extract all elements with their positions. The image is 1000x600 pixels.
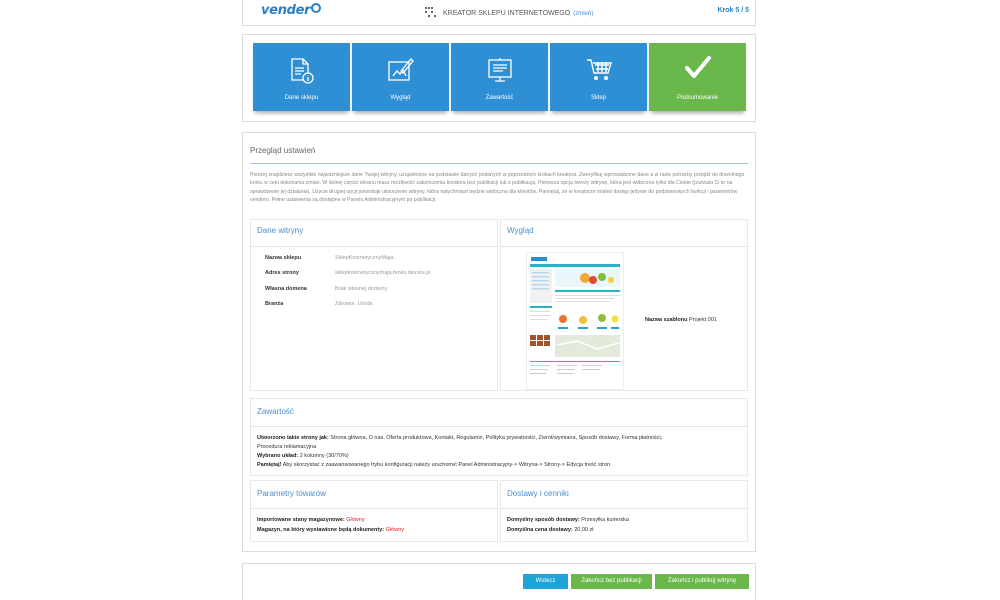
site-data-panel [250, 219, 498, 391]
industry-label: Branża [265, 301, 284, 307]
step-label: Sklep [590, 95, 606, 101]
cart-icon [586, 59, 612, 80]
shop-name-value: SklepKosmetycznyMaja [335, 255, 394, 261]
template-name-row: Nazwa szablonu Projekt 001 [645, 316, 717, 325]
remember-row: Pamiętaj! Aby skorzystać z zaawansowaneg… [257, 462, 612, 468]
imported-stock-row: Importowane stany magazynowe: Główny [257, 517, 365, 523]
step-indicator: Krok 5 / 5 [717, 7, 749, 14]
own-domain-label: Własna domena [265, 286, 307, 292]
intro-text: Poniżej znajdziesz wszystkie najważniejs… [250, 172, 745, 204]
content-board-icon [487, 58, 512, 82]
step-label: Dane sklepu [284, 95, 319, 101]
wizard-grid-icon [425, 7, 436, 17]
back-button[interactable]: Wstecz [523, 574, 568, 589]
checkmark-icon [684, 56, 711, 78]
step-podsumowanie[interactable]: Podsumowanie [649, 43, 746, 111]
section-title: Przegląd ustawień [250, 146, 316, 155]
site-address-value: sklepkosmetycznymaja.fenks.dev.ins.pl [335, 270, 431, 276]
step-wyglad[interactable]: Wygląd [352, 43, 449, 111]
step-label: Podsumowanie [676, 95, 719, 101]
template-preview-image [526, 252, 624, 390]
wizard-steps: Dane sklepu Wygląd Zawartość Sklep Podsu… [242, 34, 756, 122]
documents-warehouse-row: Magazyn, na który wystawione będą dokume… [257, 527, 405, 533]
change-link[interactable]: (zmień) [573, 11, 593, 17]
document-info-icon [290, 58, 314, 84]
divider [250, 246, 498, 247]
appearance-title: Wygląd [507, 226, 534, 235]
default-delivery-row: Domyślny sposób dostawy: Przesyłka kurie… [507, 517, 629, 523]
shop-name-label: Nazwa sklepu [265, 255, 302, 261]
top-header: vender KREATOR SKLEPU INTERNETOWEGO (zmie… [242, 0, 756, 26]
wizard-title: KREATOR SKLEPU INTERNETOWEGO (zmień) [425, 7, 593, 17]
default-delivery-price-row: Domyślna cena dostawy: 20,00 zł [507, 527, 594, 533]
step-zawartosc[interactable]: Zawartość [451, 43, 548, 111]
step-label: Zawartość [485, 95, 514, 101]
vendero-logo[interactable]: vender [261, 3, 322, 18]
step-dane-sklepu[interactable]: Dane sklepu [253, 43, 350, 111]
site-data-title: Dane witryny [257, 226, 304, 235]
step-label: Wygląd [390, 95, 411, 101]
delivery-title: Dostawy i cenniki [507, 489, 569, 498]
wizard-title-text: KREATOR SKLEPU INTERNETOWEGO [443, 10, 571, 17]
template-name-label: Nazwa szablonu [645, 317, 688, 323]
divider [250, 163, 748, 164]
divider [500, 246, 748, 247]
created-pages-row-cont: Procedura reklamacyjna [257, 444, 317, 450]
industry-value: Zdrowie, Uroda [335, 301, 373, 307]
step-sklep[interactable]: Sklep [550, 43, 647, 111]
divider [250, 508, 498, 509]
design-brush-icon [387, 58, 414, 81]
template-name-value: Projekt 001 [689, 317, 717, 323]
footer-actions: Wstecz Zakończ bez publikacji Zakończ i … [242, 563, 756, 600]
product-params-title: Parametry towarów [257, 489, 326, 498]
content-title: Zawartość [257, 407, 294, 416]
site-address-label: Adres strony [265, 270, 299, 276]
own-domain-value: Brak własnej domeny [335, 286, 388, 292]
divider [250, 426, 748, 427]
created-pages-row: Utworzono takie strony jak: Strona główn… [257, 435, 663, 441]
finish-without-publish-button[interactable]: Zakończ bez publikacji [571, 574, 652, 589]
divider [500, 508, 748, 509]
finish-and-publish-button[interactable]: Zakończ i publikuj witrynę [655, 574, 749, 589]
template-preview-graphic [530, 257, 620, 374]
layout-row: Wybrano układ: 2 kolumny (30/70%) [257, 453, 349, 459]
